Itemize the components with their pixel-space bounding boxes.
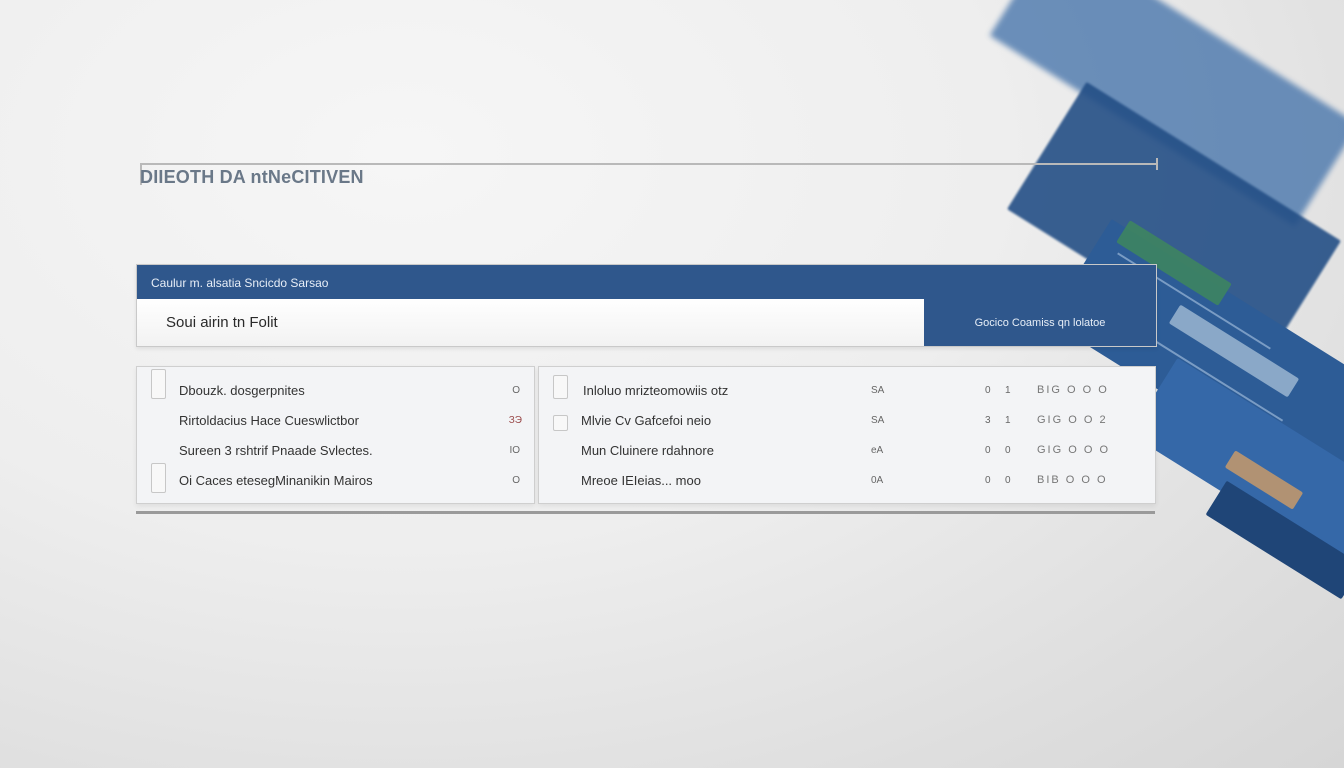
row-action-icons[interactable]: BIG O O O	[1037, 384, 1109, 396]
list-item-label: Sureen 3 rshtrif Pnaade Svlectes.	[179, 442, 373, 458]
search-button[interactable]: Gocico Coamiss qn lolatoe	[924, 299, 1156, 346]
search-bar-label: Caulur m. alsatia Sncicdo Sarsao	[137, 265, 1156, 299]
search-panel: Caulur m. alsatia Sncicdo Sarsao Gocico …	[136, 264, 1157, 347]
list-item-indicator: O	[512, 384, 520, 396]
row-col2: 0	[985, 384, 991, 396]
row-action-icons[interactable]: GIG O O 2	[1037, 414, 1108, 426]
list-item-indicator: IO	[509, 444, 520, 456]
row-col2: 0	[985, 474, 991, 486]
table-row[interactable]: Inloluo mrizteomowiis otz SA 0 1 BIG O O…	[539, 375, 1155, 405]
list-item[interactable]: Oi Caces etesegMinanikin Mairos O	[137, 465, 534, 495]
list-item-indicator: ЗЭ	[508, 414, 522, 426]
row-col1: 0A	[871, 474, 884, 486]
row-label: Mun Cluinere rdahnore	[581, 442, 714, 458]
table-row[interactable]: Mreoe IEIeias... moo 0A 0 0 BIB O O O	[539, 465, 1155, 495]
bottom-divider	[136, 511, 1155, 514]
row-action-icons[interactable]: BIB O O O	[1037, 474, 1108, 486]
page-title: DIIEOTH DA ntNeCITIVEN	[140, 167, 364, 187]
row-col2: 3	[985, 414, 991, 426]
row-col3: 1	[1005, 384, 1011, 396]
row-col2: 0	[985, 444, 991, 456]
row-label: Mreoe IEIeias... moo	[581, 472, 701, 488]
list-item-label: Dbouzk. dosgerpnites	[179, 382, 305, 398]
row-col1: SA	[871, 414, 885, 426]
list-item-label: Rirtoldacius Hace Cueswlictbor	[179, 412, 359, 428]
right-list-card: Inloluo mrizteomowiis otz SA 0 1 BIG O O…	[538, 366, 1156, 504]
list-item[interactable]: Sureen 3 rshtrif Pnaade Svlectes. IO	[137, 435, 534, 465]
row-col1: eA	[871, 444, 884, 456]
row-col3: 0	[1005, 474, 1011, 486]
row-col3: 0	[1005, 444, 1011, 456]
row-col1: SA	[871, 384, 885, 396]
table-row[interactable]: Mun Cluinere rdahnore eA 0 0 GIG O O O	[539, 435, 1155, 465]
left-list-card: Dbouzk. dosgerpnites O Rirtoldacius Hace…	[136, 366, 535, 504]
search-input[interactable]	[137, 299, 924, 346]
row-col3: 1	[1005, 414, 1011, 426]
title-rule	[140, 158, 1158, 185]
row-action-icons[interactable]: GIG O O O	[1037, 444, 1110, 456]
row-label: Inloluo mrizteomowiis otz	[583, 382, 729, 398]
list-item[interactable]: Rirtoldacius Hace Cueswlictbor ЗЭ	[137, 405, 534, 435]
list-item[interactable]: Dbouzk. dosgerpnites O	[137, 375, 534, 405]
list-item-indicator: O	[512, 474, 520, 486]
list-item-label: Oi Caces etesegMinanikin Mairos	[179, 472, 373, 488]
row-label: Mlvie Cv Gafcefoi neio	[581, 412, 712, 428]
table-row[interactable]: Mlvie Cv Gafcefoi neio SA 3 1 GIG O O 2	[539, 405, 1155, 435]
